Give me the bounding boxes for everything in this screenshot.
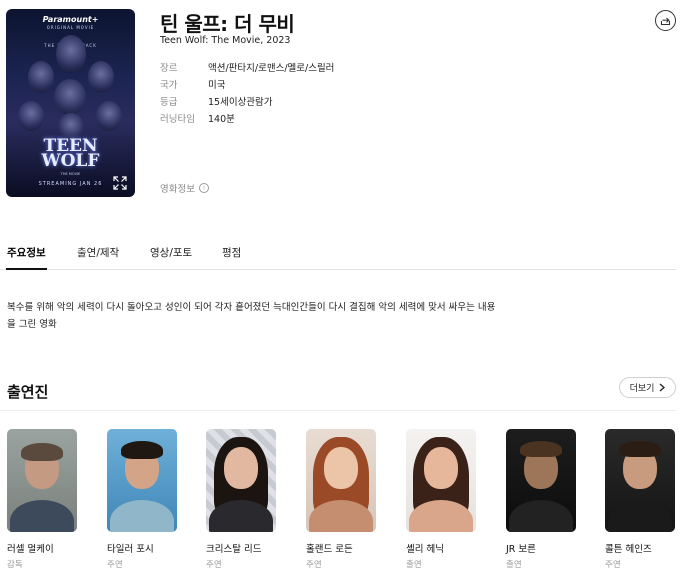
meta-label: 러닝타임 xyxy=(160,114,195,125)
cast-name: 러셀 멀케이 xyxy=(7,544,54,555)
cast-photo xyxy=(406,429,476,532)
cast-card[interactable]: 셸리 헤닉 출연 xyxy=(406,429,478,570)
expand-icon[interactable] xyxy=(113,175,127,190)
active-tab-indicator xyxy=(6,268,47,270)
cast-role: 감독 xyxy=(7,560,23,570)
meta-value: 미국 xyxy=(208,80,226,91)
meta-label: 등급 xyxy=(160,97,178,108)
meta-value: 15세이상관람가 xyxy=(208,97,273,108)
poster-title-line: WOLF xyxy=(41,151,100,171)
cast-card[interactable]: 콜튼 헤인즈 주연 xyxy=(605,429,677,570)
cast-name: JR 보른 xyxy=(506,544,536,555)
cast-card[interactable]: 타일러 포시 주연 xyxy=(107,429,179,570)
poster-figure xyxy=(96,101,122,131)
cast-name: 홀랜드 로든 xyxy=(306,544,353,555)
cast-name: 크리스탈 리드 xyxy=(206,544,262,555)
more-button-label: 더보기 xyxy=(629,384,655,394)
cast-name: 셸리 헤닉 xyxy=(406,544,444,555)
cast-card[interactable]: 홀랜드 로든 주연 xyxy=(306,429,378,570)
cast-name: 타일러 포시 xyxy=(107,544,154,555)
poster-brand-sub: ORIGINAL MOVIE xyxy=(46,25,95,30)
cast-photo xyxy=(506,429,576,532)
original-title: Teen Wolf: The Movie, 2023 xyxy=(160,35,291,46)
share-button[interactable] xyxy=(655,10,676,31)
poster-brand: Paramount+ xyxy=(42,15,99,24)
cast-photo xyxy=(306,429,376,532)
cast-photo xyxy=(107,429,177,532)
meta-label: 국가 xyxy=(160,80,178,91)
poster-figure xyxy=(28,61,54,93)
cast-section-title: 출연진 xyxy=(7,383,49,401)
cast-photo xyxy=(206,429,276,532)
cast-photo xyxy=(7,429,77,532)
meta-label: 장르 xyxy=(160,63,178,74)
share-icon xyxy=(660,17,671,26)
tab-video-photo[interactable]: 영상/포토 xyxy=(150,245,192,260)
cast-role: 주연 xyxy=(605,560,621,570)
more-button[interactable]: 더보기 xyxy=(619,377,676,398)
cast-role: 출연 xyxy=(506,560,522,570)
info-icon: ! xyxy=(198,183,209,193)
movie-meta: 장르 액션/판타지/로맨스/멜로/스릴러 국가 미국 등급 15세이상관람가 러… xyxy=(160,60,334,128)
meta-row-genre: 장르 액션/판타지/로맨스/멜로/스릴러 xyxy=(160,60,334,77)
movie-info-label: 영화정보 xyxy=(160,184,195,195)
poster-figure xyxy=(56,35,86,73)
tab-bar: 주요정보 출연/제작 영상/포토 평점 xyxy=(0,236,676,270)
cast-role: 주연 xyxy=(206,560,222,570)
cast-role: 주연 xyxy=(107,560,123,570)
meta-row-rating: 등급 15세이상관람가 xyxy=(160,94,334,111)
cast-card[interactable]: 러셀 멀케이 감독 xyxy=(7,429,79,570)
poster-figure xyxy=(88,61,114,93)
cast-name: 콜튼 헤인즈 xyxy=(605,544,652,555)
poster-title-art: TEEN WOLF xyxy=(6,138,135,171)
meta-row-runtime: 러닝타임 140분 xyxy=(160,111,334,128)
meta-value: 140분 xyxy=(208,114,235,125)
tab-cast-crew[interactable]: 출연/제작 xyxy=(77,245,119,260)
poster-figure xyxy=(18,101,44,131)
meta-value: 액션/판타지/로맨스/멜로/스릴러 xyxy=(208,63,335,74)
tab-reviews[interactable]: 평점 xyxy=(222,245,241,260)
cast-role: 주연 xyxy=(306,560,322,570)
meta-row-country: 국가 미국 xyxy=(160,77,334,94)
cast-card[interactable]: 크리스탈 리드 주연 xyxy=(206,429,278,570)
chevron-right-icon xyxy=(659,383,666,392)
poster-figure xyxy=(54,79,86,115)
tab-main-info[interactable]: 주요정보 xyxy=(7,245,46,260)
cast-role: 출연 xyxy=(406,560,422,570)
cast-photo xyxy=(605,429,675,532)
movie-info-link[interactable]: 영화정보 ! xyxy=(160,181,209,195)
section-divider xyxy=(0,410,676,411)
cast-card[interactable]: JR 보른 출연 xyxy=(506,429,578,570)
page-title: 틴 울프: 더 무비 xyxy=(160,12,295,36)
synopsis-text: 복수를 위해 악의 세력이 다시 돌아오고 성인이 되어 각자 흩어졌던 늑대인… xyxy=(7,302,496,330)
movie-poster[interactable]: Paramount+ ORIGINAL MOVIE THE PACK IS BA… xyxy=(6,9,135,197)
